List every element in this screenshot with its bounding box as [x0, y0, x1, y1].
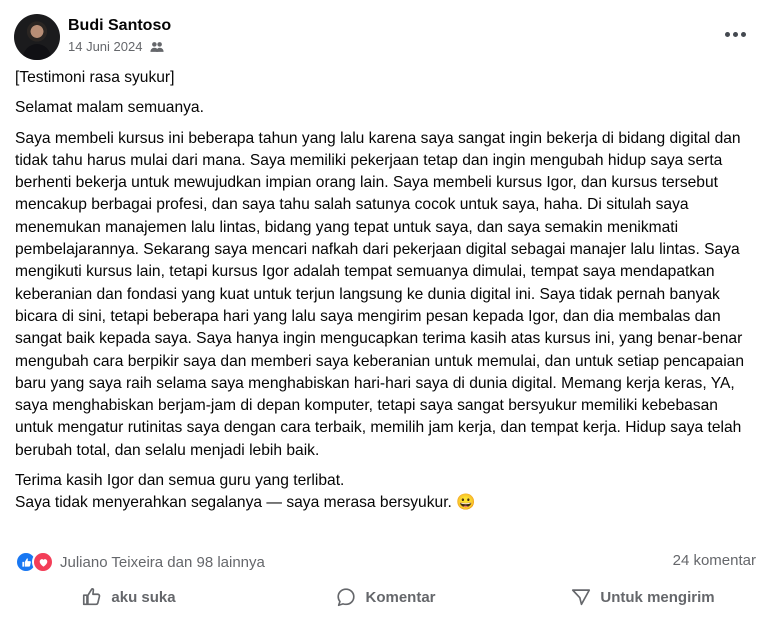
love-icon — [32, 551, 54, 573]
share-button[interactable]: Untuk mengirim — [514, 578, 771, 616]
post-actions: aku suka Komentar Untuk mengirim — [0, 578, 771, 616]
comment-button[interactable]: Komentar — [257, 578, 514, 616]
post-thanks: Terima kasih Igor dan semua guru yang te… — [15, 472, 345, 490]
friends-icon[interactable] — [150, 40, 165, 54]
like-label: aku suka — [111, 588, 176, 606]
comments-count[interactable]: 24 komentar — [673, 552, 756, 569]
like-button[interactable]: aku suka — [0, 578, 257, 616]
thumbs-up-icon — [83, 588, 101, 606]
share-label: Untuk mengirim — [600, 588, 715, 606]
avatar[interactable] — [14, 14, 60, 60]
more-options-button[interactable] — [723, 22, 747, 46]
send-icon — [572, 589, 591, 606]
post-title: [Testimoni rasa syukur] — [15, 69, 175, 86]
comment-icon — [337, 588, 356, 607]
more-dots-icon — [724, 31, 730, 37]
post-header: Budi Santoso 14 Juni 2024 — [14, 12, 757, 62]
post-date[interactable]: 14 Juni 2024 — [68, 39, 142, 54]
comment-label: Komentar — [365, 588, 436, 606]
post-meta: 14 Juni 2024 — [68, 39, 165, 54]
post-content: [Testimoni rasa syukur] Selamat malam se… — [15, 67, 760, 515]
post-greeting: Selamat malam semuanya. — [15, 99, 204, 117]
facebook-post: Budi Santoso 14 Juni 2024 [Testimoni ras… — [0, 0, 771, 620]
post-body: Saya membeli kursus ini beberapa tahun y… — [15, 129, 745, 459]
post-closing: Saya tidak menyerahkan segalanya — saya … — [15, 494, 476, 512]
reactions-text[interactable]: Juliano Teixeira dan 98 lainnya — [60, 554, 265, 571]
author-name[interactable]: Budi Santoso — [68, 17, 171, 35]
reaction-summary[interactable]: Juliano Teixeira dan 98 lainnya — [15, 551, 265, 573]
